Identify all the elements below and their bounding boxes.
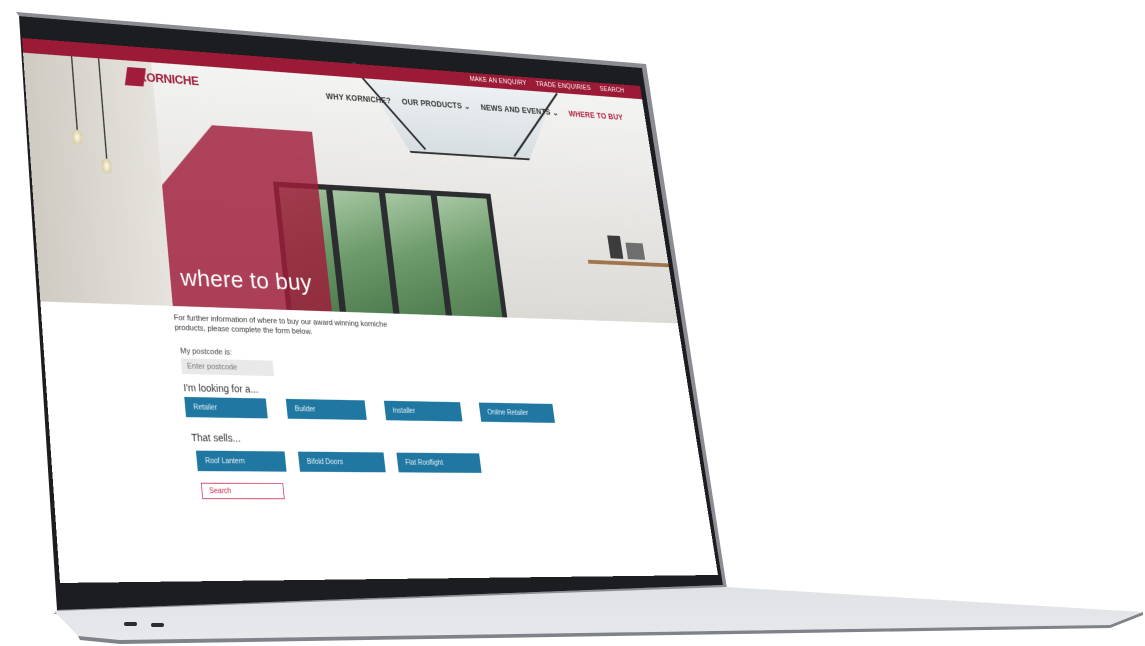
chevron-down-icon: ⌄ [463,101,471,112]
option-bifold-doors-button[interactable]: Bifold Doors [297,451,386,473]
laptop: MAKE AN ENQUIRY TRADE ENQUIRIES SEARCH w… [0,0,1145,646]
usb-port-icon [151,623,164,627]
logo-text: KORNICHE [137,70,200,88]
door-pane [385,193,446,316]
browser-screen: MAKE AN ENQUIRY TRADE ENQUIRIES SEARCH w… [22,38,718,583]
make-enquiry-link[interactable]: MAKE AN ENQUIRY [469,76,527,87]
postcode-label: My postcode is: [179,346,233,357]
shelf-picture [625,242,646,260]
pendant-bulb [71,129,83,146]
trade-enquiries-link[interactable]: TRADE ENQUIRIES [535,81,591,92]
usb-port-icon [124,622,137,626]
search-link[interactable]: SEARCH [599,86,624,95]
search-button[interactable]: Search [200,482,285,500]
option-flat-rooflight-button[interactable]: Flat Rooflight [396,452,482,473]
option-retailer-button[interactable]: Retailer [184,396,268,419]
intro-text: For further information of where to buy … [173,313,388,337]
looking-for-label: I'm looking for a... [182,381,259,395]
postcode-input[interactable] [180,358,275,377]
shelf-picture [607,235,624,259]
option-builder-button[interactable]: Builder [285,398,367,420]
pendant-bulb [101,158,112,174]
option-installer-button[interactable]: Installer [383,400,463,422]
option-roof-lantern-button[interactable]: Roof Lantern [195,450,287,472]
page-title: where to buy [179,264,314,296]
option-online-retailer-button[interactable]: Online Retailer [478,402,556,423]
door-pane [332,190,394,314]
door-pane [436,195,503,318]
hero-wall [23,52,173,306]
that-sells-label: That sells... [190,431,241,444]
chevron-down-icon: ⌄ [551,108,560,118]
wall-shelf [587,259,669,268]
